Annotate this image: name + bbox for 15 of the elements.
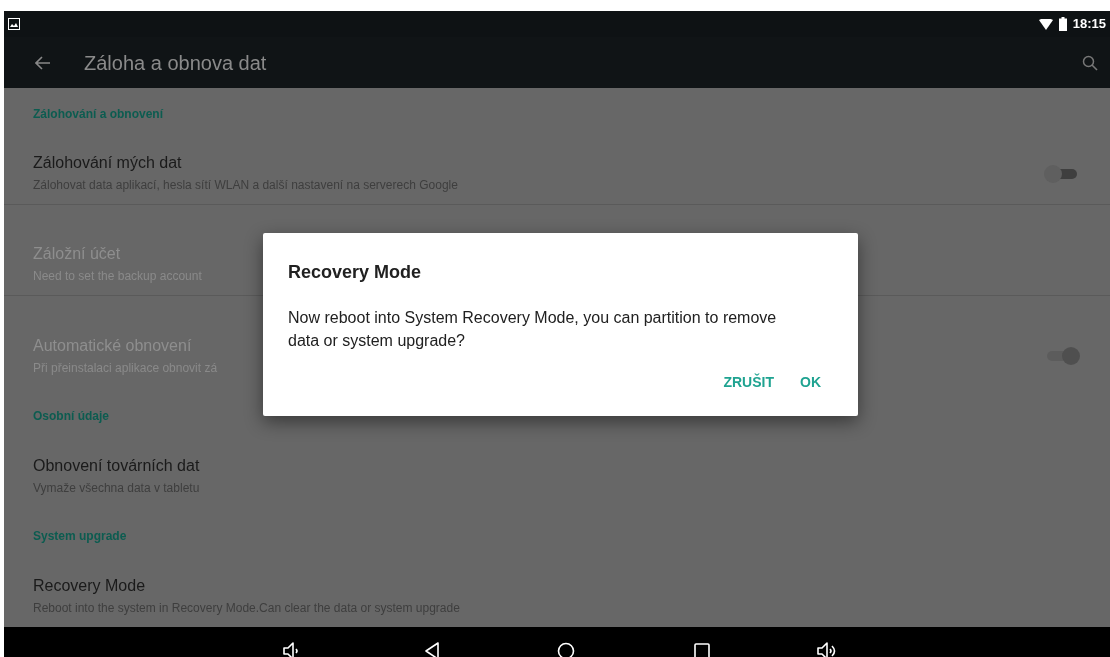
- dialog-message: Now reboot into System Recovery Mode, you can partition to remove data or system upgrade?: [288, 308, 778, 351]
- picture-notification-icon: [8, 18, 20, 30]
- dialog-button[interactable]: OK: [788, 366, 833, 399]
- battery-icon: [1058, 17, 1067, 31]
- section-header: Zálohování a obnovení: [33, 106, 164, 123]
- dialog-button[interactable]: ZRUŠIT: [711, 366, 786, 399]
- section-header: Osobní údaje: [33, 408, 110, 425]
- section-header: System upgrade: [33, 528, 128, 545]
- setting-title[interactable]: Obnovení továrních dat: [33, 455, 200, 476]
- setting-title[interactable]: Recovery Mode: [33, 575, 146, 596]
- screen-title: Záloha a obnova dat: [84, 50, 267, 76]
- wifi-icon: [1038, 18, 1053, 30]
- setting-title[interactable]: Zálohování mých dat: [33, 153, 182, 173]
- clock-time: 18:15: [1072, 15, 1106, 34]
- dialog-title: Recovery Mode: [288, 261, 423, 284]
